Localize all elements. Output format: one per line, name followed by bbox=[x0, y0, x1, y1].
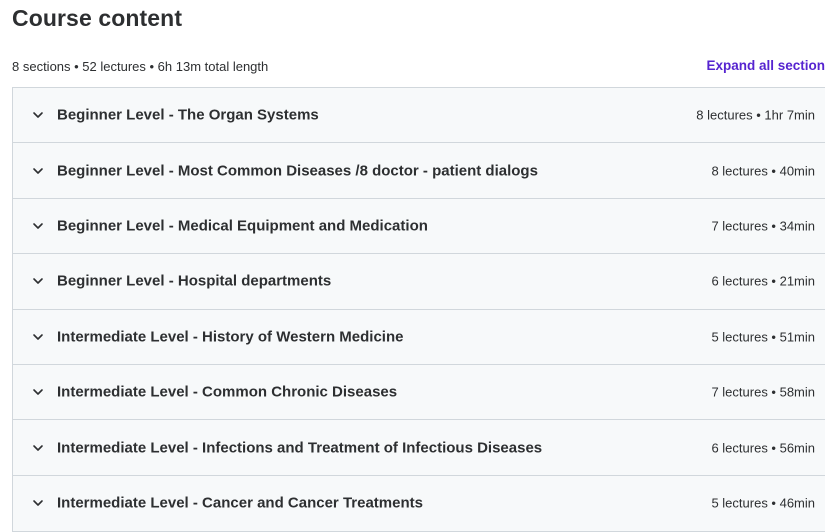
section-meta: 6 lectures • 56min bbox=[711, 440, 815, 456]
section-title: Beginner Level - Most Common Diseases /8… bbox=[57, 162, 538, 180]
section-meta: 7 lectures • 58min bbox=[711, 384, 815, 400]
page-title: Course content bbox=[12, 5, 183, 31]
section-title: Beginner Level - The Organ Systems bbox=[57, 106, 319, 124]
chevron-down-icon bbox=[31, 330, 45, 344]
course-content-page: Course content 8 sections • 52 lectures … bbox=[0, 0, 825, 532]
section-title: Intermediate Level - Cancer and Cancer T… bbox=[57, 494, 423, 512]
section-title: Intermediate Level - History of Western … bbox=[57, 328, 404, 346]
chevron-down-icon bbox=[31, 219, 45, 233]
section-list: Beginner Level - The Organ Systems 8 lec… bbox=[12, 87, 825, 532]
expand-all-sections-button[interactable]: Expand all section bbox=[706, 58, 825, 73]
course-summary-row: 8 sections • 52 lectures • 6h 13m total … bbox=[12, 58, 825, 78]
section-title: Beginner Level - Medical Equipment and M… bbox=[57, 217, 428, 235]
chevron-down-icon bbox=[31, 385, 45, 399]
course-summary: 8 sections • 52 lectures • 6h 13m total … bbox=[12, 59, 269, 74]
section-meta: 8 lectures • 40min bbox=[711, 163, 815, 179]
section-header[interactable]: Beginner Level - Most Common Diseases /8… bbox=[13, 143, 825, 199]
chevron-down-icon bbox=[31, 441, 45, 455]
section-meta: 5 lectures • 51min bbox=[711, 329, 815, 345]
section-header[interactable]: Beginner Level - The Organ Systems 8 lec… bbox=[13, 88, 825, 144]
chevron-down-icon bbox=[31, 496, 45, 510]
section-meta: 6 lectures • 21min bbox=[711, 273, 815, 289]
section-meta: 7 lectures • 34min bbox=[711, 218, 815, 234]
section-header[interactable]: Intermediate Level - Cancer and Cancer T… bbox=[13, 475, 825, 532]
section-meta: 8 lectures • 1hr 7min bbox=[696, 107, 815, 123]
section-header[interactable]: Beginner Level - Hospital departments 6 … bbox=[13, 254, 825, 310]
section-header[interactable]: Intermediate Level - Common Chronic Dise… bbox=[13, 364, 825, 421]
chevron-down-icon bbox=[31, 108, 45, 122]
section-meta: 5 lectures • 46min bbox=[711, 495, 815, 511]
section-header[interactable]: Beginner Level - Medical Equipment and M… bbox=[13, 198, 825, 255]
section-title: Intermediate Level - Infections and Trea… bbox=[57, 439, 543, 457]
chevron-down-icon bbox=[31, 274, 45, 288]
chevron-down-icon bbox=[31, 164, 45, 178]
section-header[interactable]: Intermediate Level - Infections and Trea… bbox=[13, 420, 825, 476]
section-header[interactable]: Intermediate Level - History of Western … bbox=[13, 309, 825, 365]
section-title: Beginner Level - Hospital departments bbox=[57, 272, 332, 290]
section-title: Intermediate Level - Common Chronic Dise… bbox=[57, 383, 398, 401]
